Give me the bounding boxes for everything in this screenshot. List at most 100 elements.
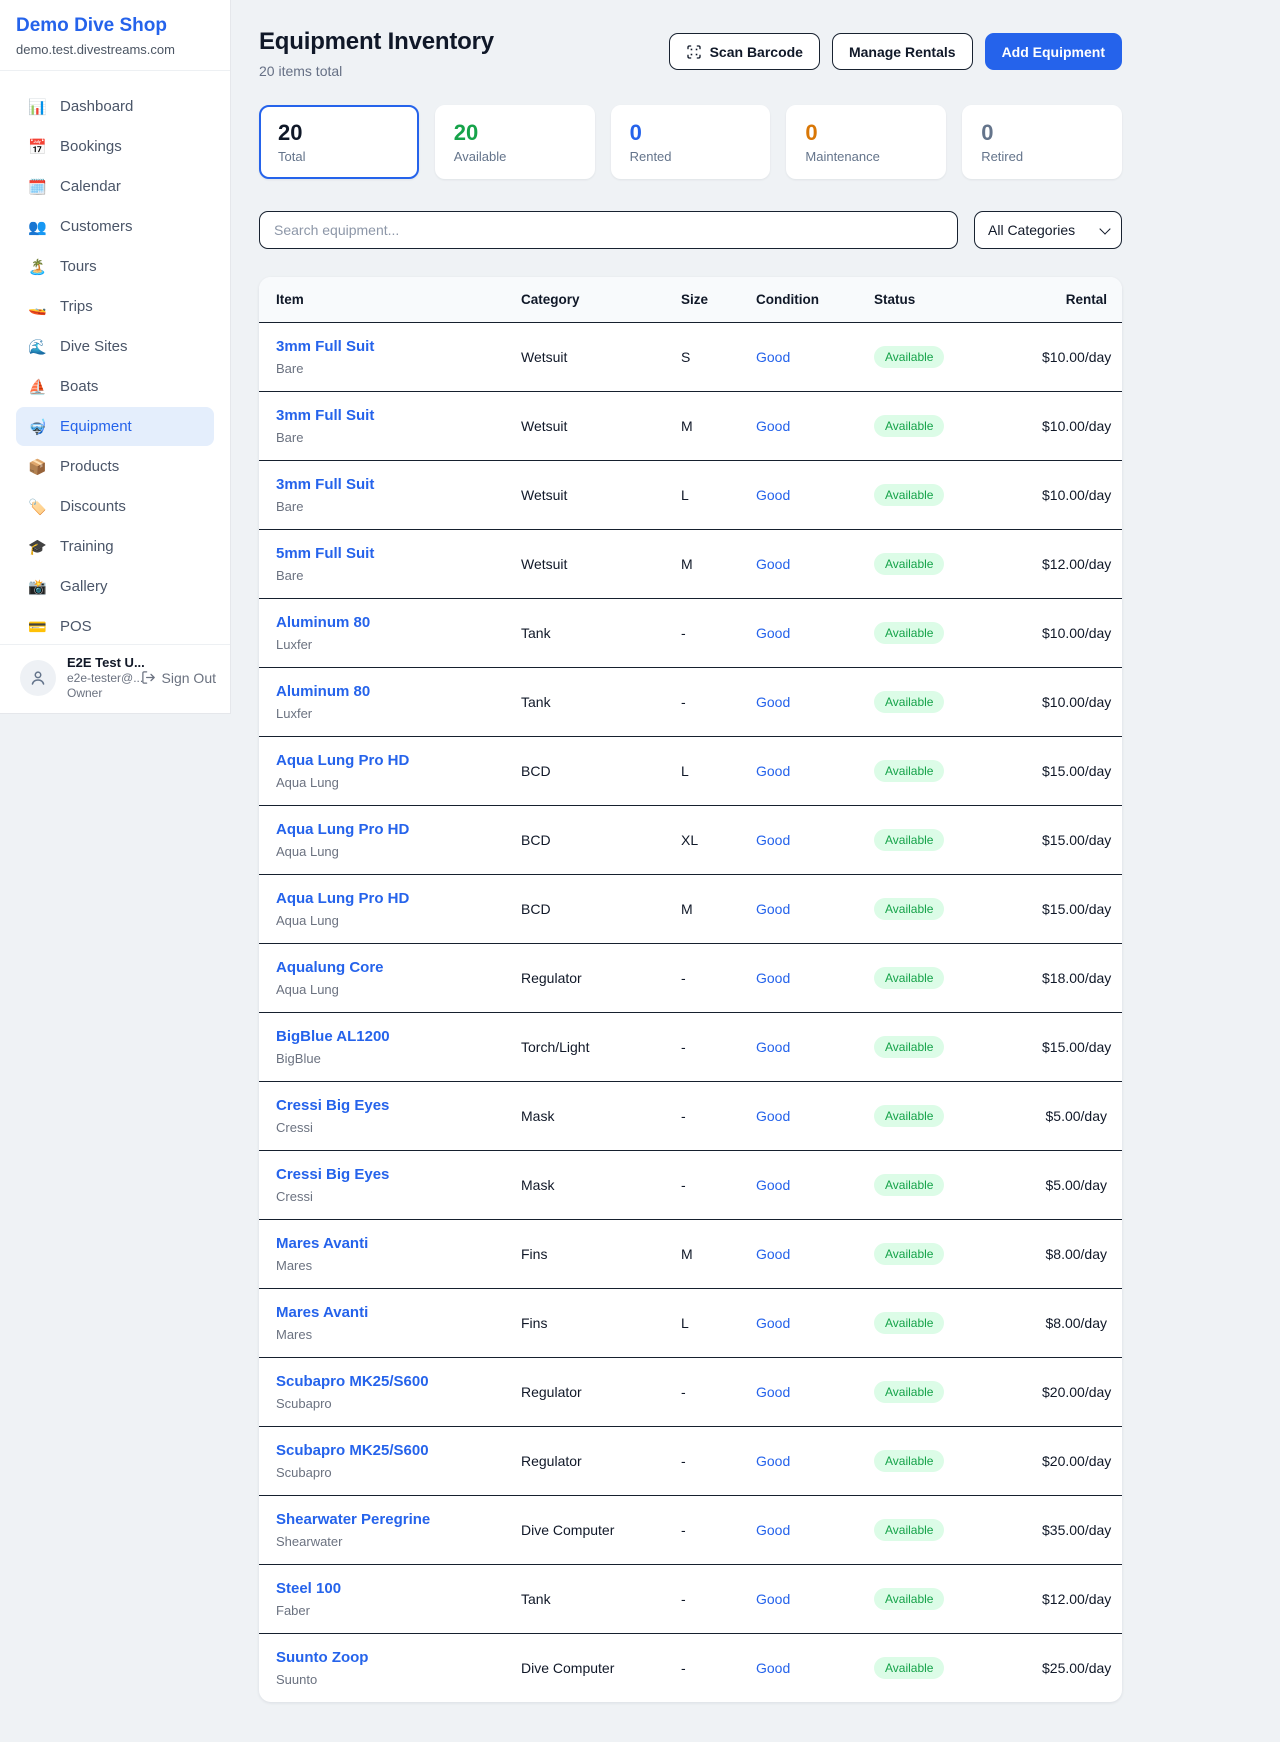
brand-block[interactable]: Demo Dive Shop demo.test.divestreams.com (0, 0, 230, 71)
header-actions: Scan Barcode Manage Rentals Add Equipmen… (669, 33, 1122, 70)
spiral-calendar-icon: 🗓️ (28, 178, 47, 196)
table-row[interactable]: 5mm Full Suit Bare Wetsuit M Good Availa… (259, 530, 1122, 599)
item-name-link[interactable]: Suunto Zoop (276, 1649, 497, 1667)
status-badge: Available (874, 484, 944, 506)
sidebar-item-equipment[interactable]: 🤿 Equipment (16, 407, 214, 446)
table-row[interactable]: 3mm Full Suit Bare Wetsuit S Good Availa… (259, 323, 1122, 392)
table-row[interactable]: Aluminum 80 Luxfer Tank - Good Available… (259, 599, 1122, 668)
item-brand: Bare (276, 499, 497, 514)
item-name-link[interactable]: Cressi Big Eyes (276, 1166, 497, 1184)
item-name-link[interactable]: 5mm Full Suit (276, 545, 497, 563)
stat-card-retired[interactable]: 0 Retired (962, 105, 1122, 179)
item-name-link[interactable]: Scubapro MK25/S600 (276, 1373, 497, 1391)
item-category: Wetsuit (509, 530, 669, 599)
person-icon (28, 668, 48, 688)
column-header-rental: Rental (1030, 277, 1122, 323)
sidebar-item-label: Boats (60, 378, 98, 395)
item-rental-rate: $10.00/day (1030, 668, 1122, 737)
sidebar-item-training[interactable]: 🎓 Training (16, 527, 214, 566)
scan-barcode-button[interactable]: Scan Barcode (669, 33, 820, 70)
items-total-count: 20 items total (259, 63, 494, 79)
table-row[interactable]: Aqua Lung Pro HD Aqua Lung BCD L Good Av… (259, 737, 1122, 806)
item-name-link[interactable]: Steel 100 (276, 1580, 497, 1598)
item-brand: Bare (276, 361, 497, 376)
item-name-link[interactable]: Scubapro MK25/S600 (276, 1442, 497, 1460)
item-condition: Good (744, 599, 862, 668)
stat-card-total[interactable]: 20 Total (259, 105, 419, 179)
table-row[interactable]: 3mm Full Suit Bare Wetsuit M Good Availa… (259, 392, 1122, 461)
sidebar-item-label: Products (60, 458, 119, 475)
sidebar-item-boats[interactable]: ⛵ Boats (16, 367, 214, 406)
package-icon: 📦 (28, 458, 47, 476)
sidebar-item-dive-sites[interactable]: 🌊 Dive Sites (16, 327, 214, 366)
item-brand: BigBlue (276, 1051, 497, 1066)
sidebar-item-customers[interactable]: 👥 Customers (16, 207, 214, 246)
item-name-link[interactable]: Aluminum 80 (276, 614, 497, 632)
item-category: Mask (509, 1082, 669, 1151)
item-size: - (669, 1013, 744, 1082)
sidebar-item-tours[interactable]: 🏝️ Tours (16, 247, 214, 286)
stat-card-rented[interactable]: 0 Rented (611, 105, 771, 179)
item-name-link[interactable]: Aqua Lung Pro HD (276, 752, 497, 770)
brand-title[interactable]: Demo Dive Shop (16, 15, 214, 37)
table-row[interactable]: Mares Avanti Mares Fins L Good Available… (259, 1289, 1122, 1358)
add-equipment-button[interactable]: Add Equipment (985, 33, 1122, 70)
search-input[interactable] (259, 211, 958, 249)
column-header-category: Category (509, 277, 669, 323)
sidebar-item-bookings[interactable]: 📅 Bookings (16, 127, 214, 166)
stat-card-maintenance[interactable]: 0 Maintenance (786, 105, 946, 179)
table-row[interactable]: Cressi Big Eyes Cressi Mask - Good Avail… (259, 1151, 1122, 1220)
table-row[interactable]: Cressi Big Eyes Cressi Mask - Good Avail… (259, 1082, 1122, 1151)
sidebar-item-products[interactable]: 📦 Products (16, 447, 214, 486)
item-rental-rate: $18.00/day (1030, 944, 1122, 1013)
stat-value: 20 (454, 120, 576, 146)
status-badge: Available (874, 760, 944, 782)
item-name-link[interactable]: BigBlue AL1200 (276, 1028, 497, 1046)
table-row[interactable]: Shearwater Peregrine Shearwater Dive Com… (259, 1496, 1122, 1565)
table-row[interactable]: Scubapro MK25/S600 Scubapro Regulator - … (259, 1427, 1122, 1496)
item-name-link[interactable]: Aqua Lung Pro HD (276, 890, 497, 908)
sidebar-item-label: Customers (60, 218, 133, 235)
table-row[interactable]: Aqua Lung Pro HD Aqua Lung BCD XL Good A… (259, 806, 1122, 875)
item-size: - (669, 1427, 744, 1496)
item-category: Torch/Light (509, 1013, 669, 1082)
sidebar-item-gallery[interactable]: 📸 Gallery (16, 567, 214, 606)
sidebar-item-label: Dive Sites (60, 338, 128, 355)
item-name-link[interactable]: 3mm Full Suit (276, 476, 497, 494)
page-header: Equipment Inventory 20 items total Scan … (259, 28, 1122, 79)
table-row[interactable]: Aqua Lung Pro HD Aqua Lung BCD M Good Av… (259, 875, 1122, 944)
item-name-link[interactable]: Mares Avanti (276, 1304, 497, 1322)
graduation-cap-icon: 🎓 (28, 538, 47, 556)
table-row[interactable]: 3mm Full Suit Bare Wetsuit L Good Availa… (259, 461, 1122, 530)
sidebar-item-calendar[interactable]: 🗓️ Calendar (16, 167, 214, 206)
table-row[interactable]: Aqualung Core Aqua Lung Regulator - Good… (259, 944, 1122, 1013)
sidebar-item-trips[interactable]: 🚤 Trips (16, 287, 214, 326)
category-select[interactable]: All Categories (974, 211, 1122, 249)
item-name-link[interactable]: Mares Avanti (276, 1235, 497, 1253)
item-category: Mask (509, 1151, 669, 1220)
table-row[interactable]: Scubapro MK25/S600 Scubapro Regulator - … (259, 1358, 1122, 1427)
people-icon: 👥 (28, 218, 47, 236)
item-name-link[interactable]: Shearwater Peregrine (276, 1511, 497, 1529)
table-row[interactable]: Steel 100 Faber Tank - Good Available $1… (259, 1565, 1122, 1634)
item-name-link[interactable]: Aqualung Core (276, 959, 497, 977)
status-badge: Available (874, 553, 944, 575)
table-row[interactable]: Suunto Zoop Suunto Dive Computer - Good … (259, 1634, 1122, 1703)
stat-value: 20 (278, 120, 400, 146)
manage-rentals-button[interactable]: Manage Rentals (832, 33, 973, 70)
item-name-link[interactable]: 3mm Full Suit (276, 407, 497, 425)
table-row[interactable]: Aluminum 80 Luxfer Tank - Good Available… (259, 668, 1122, 737)
sign-out-button[interactable]: Sign Out (141, 670, 216, 686)
item-rental-rate: $10.00/day (1030, 461, 1122, 530)
sidebar-item-pos[interactable]: 💳 POS (16, 607, 214, 646)
table-row[interactable]: BigBlue AL1200 BigBlue Torch/Light - Goo… (259, 1013, 1122, 1082)
table-row[interactable]: Mares Avanti Mares Fins M Good Available… (259, 1220, 1122, 1289)
item-name-link[interactable]: Cressi Big Eyes (276, 1097, 497, 1115)
sidebar-item-discounts[interactable]: 🏷️ Discounts (16, 487, 214, 526)
item-name-link[interactable]: Aluminum 80 (276, 683, 497, 701)
item-name-link[interactable]: Aqua Lung Pro HD (276, 821, 497, 839)
sidebar-item-dashboard[interactable]: 📊 Dashboard (16, 87, 214, 126)
item-name-link[interactable]: 3mm Full Suit (276, 338, 497, 356)
item-brand: Mares (276, 1327, 497, 1342)
stat-card-available[interactable]: 20 Available (435, 105, 595, 179)
